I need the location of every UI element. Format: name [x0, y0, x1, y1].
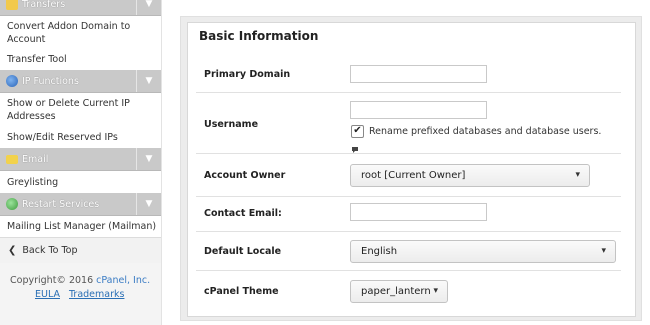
trademarks-link[interactable]: Trademarks: [69, 289, 124, 300]
info-icon[interactable]: [351, 139, 359, 153]
section-transfers[interactable]: Transfers ▼: [0, 0, 161, 16]
chevron-down-icon: ▾: [575, 170, 580, 180]
contact-email-input[interactable]: [350, 203, 487, 221]
cpanel-theme-value: paper_lantern: [361, 286, 431, 297]
link-convert-addon-domain[interactable]: Convert Addon Domain to Account: [7, 20, 157, 46]
link-transfer-tool[interactable]: Transfer Tool: [7, 53, 157, 66]
cpanel-theme-select[interactable]: paper_lantern ▾: [350, 280, 448, 303]
default-locale-value: English: [361, 246, 398, 257]
default-locale-label: Default Locale: [204, 246, 282, 257]
sidebar-footer: Copyright© 2016 cPanel, Inc. EULA Tradem…: [0, 263, 161, 325]
primary-domain-label: Primary Domain: [204, 69, 291, 80]
back-to-top-label: Back To Top: [22, 245, 78, 256]
divider: [196, 270, 621, 271]
primary-domain-input[interactable]: [350, 65, 487, 83]
form-title: Basic Information: [199, 29, 319, 43]
arrow-left-icon: ❮: [8, 245, 17, 256]
chevron-down-icon[interactable]: ▼: [136, 70, 161, 92]
account-owner-select[interactable]: root [Current Owner] ▾: [350, 164, 590, 187]
copyright-text: Copyright© 2016: [10, 275, 97, 286]
back-to-top-button[interactable]: ❮ Back To Top: [0, 237, 161, 264]
chevron-down-icon: ▾: [601, 246, 606, 256]
footer-links: EULA Trademarks: [35, 289, 130, 300]
copyright: Copyright© 2016 cPanel, Inc.: [10, 275, 150, 286]
chevron-down-icon[interactable]: ▼: [136, 148, 161, 170]
link-show-delete-ip[interactable]: Show or Delete Current IP Addresses: [7, 97, 157, 123]
divider: [196, 153, 621, 154]
restart-icon: [6, 198, 18, 210]
section-ip-functions[interactable]: IP Functions ▼: [0, 70, 161, 93]
sidebar: Transfers ▼ Convert Addon Domain to Acco…: [0, 0, 162, 325]
username-label: Username: [204, 119, 259, 130]
contact-email-label: Contact Email:: [204, 208, 282, 219]
envelope-icon: [6, 154, 18, 164]
section-email[interactable]: Email ▼: [0, 148, 161, 171]
cpanel-theme-label: cPanel Theme: [204, 286, 279, 297]
link-mailing-list-manager[interactable]: Mailing List Manager (Mailman): [7, 220, 157, 233]
chevron-down-icon[interactable]: ▼: [136, 0, 161, 15]
chevron-down-icon[interactable]: ▼: [136, 193, 161, 215]
section-ip-functions-label: IP Functions: [22, 75, 79, 87]
section-restart-services-label: Restart Services: [22, 198, 100, 210]
transfers-icon: [6, 0, 18, 10]
account-owner-value: root [Current Owner]: [361, 170, 466, 181]
link-reserved-ips[interactable]: Show/Edit Reserved IPs: [7, 131, 157, 144]
chevron-down-icon: ▾: [433, 286, 438, 296]
divider: [196, 231, 621, 232]
divider: [196, 92, 621, 93]
rename-databases-label: Rename prefixed databases and database u…: [369, 126, 602, 137]
section-restart-services[interactable]: Restart Services ▼: [0, 193, 161, 216]
section-email-label: Email: [22, 153, 49, 165]
default-locale-select[interactable]: English ▾: [350, 240, 616, 263]
eula-link[interactable]: EULA: [35, 289, 60, 300]
cpanel-link[interactable]: cPanel, Inc.: [96, 275, 150, 286]
rename-databases-checkbox[interactable]: ✔: [351, 125, 364, 138]
account-owner-label: Account Owner: [204, 170, 286, 181]
username-input[interactable]: [350, 101, 487, 119]
divider: [196, 196, 621, 197]
globe-icon: [6, 75, 18, 87]
link-greylisting[interactable]: Greylisting: [7, 176, 157, 189]
section-transfers-label: Transfers: [22, 0, 66, 10]
